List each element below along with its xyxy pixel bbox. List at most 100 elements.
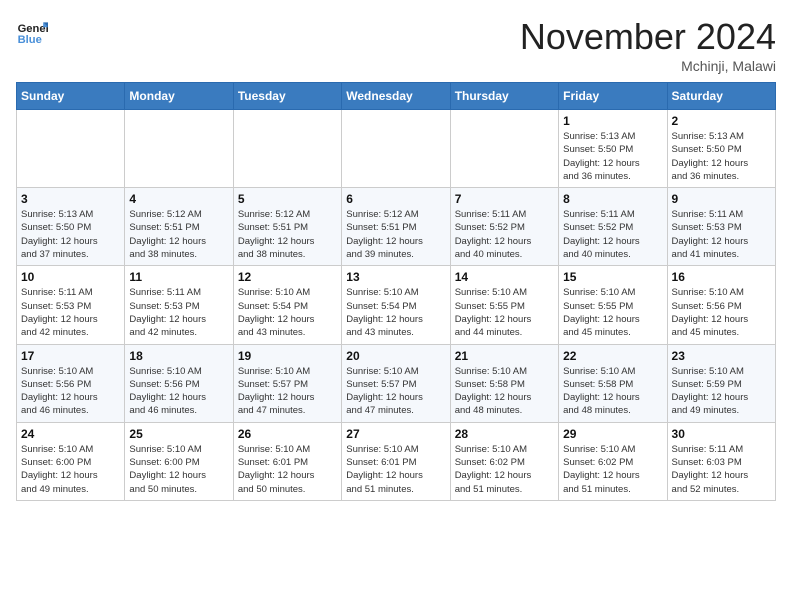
day-info: Sunrise: 5:13 AM Sunset: 5:50 PM Dayligh… — [21, 208, 120, 261]
calendar-cell: 3 Sunrise: 5:13 AM Sunset: 5:50 PM Daylig… — [17, 188, 125, 266]
calendar-cell: 24Sunrise: 5:10 AM Sunset: 6:00 PM Dayli… — [17, 422, 125, 500]
logo-icon: General Blue — [16, 16, 48, 48]
day-number: 19 — [238, 349, 337, 363]
day-number: 10 — [21, 270, 120, 284]
calendar-cell: 12 Sunrise: 5:10 AM Sunset: 5:54 PM Dayli… — [233, 266, 341, 344]
calendar-cell: 25 Sunrise: 5:10 AM Sunset: 6:00 PM Dayli… — [125, 422, 233, 500]
day-number: 15 — [563, 270, 662, 284]
calendar-cell — [125, 110, 233, 188]
calendar-cell: 28 Sunrise: 5:10 AM Sunset: 6:02 PM Dayli… — [450, 422, 558, 500]
day-info: Sunrise: 5:10 AM Sunset: 6:02 PM Dayligh… — [563, 443, 662, 496]
day-info: Sunrise: 5:12 AM Sunset: 5:51 PM Dayligh… — [346, 208, 445, 261]
calendar-cell: 22 Sunrise: 5:10 AM Sunset: 5:58 PM Dayli… — [559, 344, 667, 422]
calendar-cell: 27 Sunrise: 5:10 AM Sunset: 6:01 PM Dayli… — [342, 422, 450, 500]
day-number: 27 — [346, 427, 445, 441]
day-info: Sunrise: 5:10 AM Sunset: 6:00 PM Dayligh… — [129, 443, 228, 496]
calendar-cell: 18 Sunrise: 5:10 AM Sunset: 5:56 PM Dayli… — [125, 344, 233, 422]
day-number: 25 — [129, 427, 228, 441]
day-info: Sunrise: 5:11 AM Sunset: 5:52 PM Dayligh… — [455, 208, 554, 261]
day-info: Sunrise: 5:10 AM Sunset: 5:56 PM Dayligh… — [129, 365, 228, 418]
day-info: Sunrise: 5:10 AM Sunset: 5:59 PM Dayligh… — [672, 365, 771, 418]
day-number: 9 — [672, 192, 771, 206]
calendar-cell: 14 Sunrise: 5:10 AM Sunset: 5:55 PM Dayli… — [450, 266, 558, 344]
day-info: Sunrise: 5:10 AM Sunset: 5:56 PM Dayligh… — [21, 365, 120, 418]
day-info: Sunrise: 5:10 AM Sunset: 5:54 PM Dayligh… — [346, 286, 445, 339]
calendar-cell: 17Sunrise: 5:10 AM Sunset: 5:56 PM Dayli… — [17, 344, 125, 422]
day-number: 13 — [346, 270, 445, 284]
day-number: 21 — [455, 349, 554, 363]
day-info: Sunrise: 5:10 AM Sunset: 5:55 PM Dayligh… — [455, 286, 554, 339]
page-header: General Blue November 2024 Mchinji, Mala… — [16, 16, 776, 74]
calendar-cell: 4Sunrise: 5:12 AM Sunset: 5:51 PM Daylig… — [125, 188, 233, 266]
day-info: Sunrise: 5:13 AM Sunset: 5:50 PM Dayligh… — [563, 130, 662, 183]
day-info: Sunrise: 5:13 AM Sunset: 5:50 PM Dayligh… — [672, 130, 771, 183]
calendar-cell: 29 Sunrise: 5:10 AM Sunset: 6:02 PM Dayli… — [559, 422, 667, 500]
calendar-cell: 9 Sunrise: 5:11 AM Sunset: 5:53 PM Daylig… — [667, 188, 775, 266]
calendar-cell: 21 Sunrise: 5:10 AM Sunset: 5:58 PM Dayli… — [450, 344, 558, 422]
day-number: 1 — [563, 114, 662, 128]
day-number: 18 — [129, 349, 228, 363]
calendar-cell: 8 Sunrise: 5:11 AM Sunset: 5:52 PM Daylig… — [559, 188, 667, 266]
day-info: Sunrise: 5:10 AM Sunset: 6:00 PM Dayligh… — [21, 443, 120, 496]
logo: General Blue — [16, 16, 48, 48]
weekday-header-row: SundayMondayTuesdayWednesdayThursdayFrid… — [17, 83, 776, 110]
calendar-cell: 1 Sunrise: 5:13 AM Sunset: 5:50 PM Daylig… — [559, 110, 667, 188]
weekday-header: Thursday — [450, 83, 558, 110]
weekday-header: Tuesday — [233, 83, 341, 110]
day-number: 8 — [563, 192, 662, 206]
calendar-week-row: 24Sunrise: 5:10 AM Sunset: 6:00 PM Dayli… — [17, 422, 776, 500]
day-info: Sunrise: 5:11 AM Sunset: 5:53 PM Dayligh… — [672, 208, 771, 261]
day-number: 3 — [21, 192, 120, 206]
day-info: Sunrise: 5:10 AM Sunset: 6:01 PM Dayligh… — [238, 443, 337, 496]
calendar-week-row: 1 Sunrise: 5:13 AM Sunset: 5:50 PM Daylig… — [17, 110, 776, 188]
day-number: 4 — [129, 192, 228, 206]
calendar-cell: 2 Sunrise: 5:13 AM Sunset: 5:50 PM Daylig… — [667, 110, 775, 188]
weekday-header: Friday — [559, 83, 667, 110]
calendar-cell: 23Sunrise: 5:10 AM Sunset: 5:59 PM Dayli… — [667, 344, 775, 422]
calendar-cell — [342, 110, 450, 188]
day-number: 29 — [563, 427, 662, 441]
calendar-cell: 20 Sunrise: 5:10 AM Sunset: 5:57 PM Dayli… — [342, 344, 450, 422]
day-number: 28 — [455, 427, 554, 441]
day-info: Sunrise: 5:10 AM Sunset: 5:58 PM Dayligh… — [563, 365, 662, 418]
calendar-cell — [17, 110, 125, 188]
day-number: 30 — [672, 427, 771, 441]
day-info: Sunrise: 5:10 AM Sunset: 6:02 PM Dayligh… — [455, 443, 554, 496]
day-info: Sunrise: 5:10 AM Sunset: 5:57 PM Dayligh… — [238, 365, 337, 418]
location: Mchinji, Malawi — [520, 58, 776, 74]
day-info: Sunrise: 5:11 AM Sunset: 5:53 PM Dayligh… — [21, 286, 120, 339]
day-info: Sunrise: 5:10 AM Sunset: 5:56 PM Dayligh… — [672, 286, 771, 339]
svg-text:Blue: Blue — [18, 34, 42, 46]
weekday-header: Saturday — [667, 83, 775, 110]
day-info: Sunrise: 5:10 AM Sunset: 5:57 PM Dayligh… — [346, 365, 445, 418]
month-title: November 2024 — [520, 16, 776, 58]
day-number: 22 — [563, 349, 662, 363]
title-block: November 2024 Mchinji, Malawi — [520, 16, 776, 74]
calendar-cell — [233, 110, 341, 188]
day-info: Sunrise: 5:10 AM Sunset: 5:55 PM Dayligh… — [563, 286, 662, 339]
calendar-cell: 26 Sunrise: 5:10 AM Sunset: 6:01 PM Dayli… — [233, 422, 341, 500]
calendar-week-row: 10 Sunrise: 5:11 AM Sunset: 5:53 PM Dayli… — [17, 266, 776, 344]
calendar-cell: 30Sunrise: 5:11 AM Sunset: 6:03 PM Dayli… — [667, 422, 775, 500]
weekday-header: Wednesday — [342, 83, 450, 110]
day-number: 7 — [455, 192, 554, 206]
calendar-cell: 19 Sunrise: 5:10 AM Sunset: 5:57 PM Dayli… — [233, 344, 341, 422]
day-number: 20 — [346, 349, 445, 363]
day-number: 11 — [129, 270, 228, 284]
weekday-header: Monday — [125, 83, 233, 110]
day-info: Sunrise: 5:11 AM Sunset: 5:52 PM Dayligh… — [563, 208, 662, 261]
day-info: Sunrise: 5:10 AM Sunset: 5:58 PM Dayligh… — [455, 365, 554, 418]
calendar-table: SundayMondayTuesdayWednesdayThursdayFrid… — [16, 82, 776, 501]
day-number: 12 — [238, 270, 337, 284]
day-number: 14 — [455, 270, 554, 284]
calendar-cell: 16Sunrise: 5:10 AM Sunset: 5:56 PM Dayli… — [667, 266, 775, 344]
calendar-week-row: 17Sunrise: 5:10 AM Sunset: 5:56 PM Dayli… — [17, 344, 776, 422]
calendar-week-row: 3 Sunrise: 5:13 AM Sunset: 5:50 PM Daylig… — [17, 188, 776, 266]
day-number: 2 — [672, 114, 771, 128]
day-info: Sunrise: 5:10 AM Sunset: 6:01 PM Dayligh… — [346, 443, 445, 496]
weekday-header: Sunday — [17, 83, 125, 110]
day-info: Sunrise: 5:10 AM Sunset: 5:54 PM Dayligh… — [238, 286, 337, 339]
calendar-cell: 7 Sunrise: 5:11 AM Sunset: 5:52 PM Daylig… — [450, 188, 558, 266]
day-number: 26 — [238, 427, 337, 441]
calendar-cell: 11Sunrise: 5:11 AM Sunset: 5:53 PM Dayli… — [125, 266, 233, 344]
